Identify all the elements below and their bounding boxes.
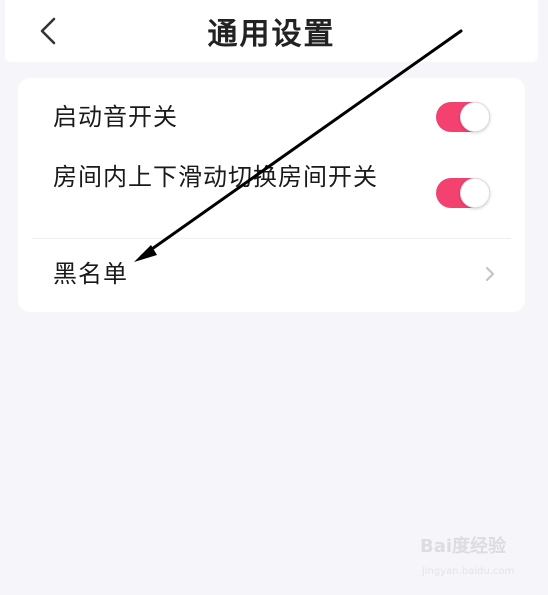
setting-label: 启动音开关 [53, 103, 178, 131]
setting-label: 房间内上下滑动切换房间开关 [53, 163, 378, 191]
watermark-logo: Bai度经验 [420, 536, 507, 557]
setting-swipe-switch-room: 房间内上下滑动切换房间开关 [18, 156, 525, 234]
toggle-knob [460, 102, 490, 132]
blacklist-item[interactable]: 黑名单 [32, 238, 511, 308]
toggle-knob [460, 178, 490, 208]
swipe-switch-room-toggle[interactable] [436, 178, 490, 208]
page-title: 通用设置 [207, 17, 336, 52]
setting-label: 黑名单 [53, 260, 128, 288]
settings-card: 启动音开关 房间内上下滑动切换房间开关 黑名单 [18, 78, 525, 312]
setting-startup-sound: 启动音开关 [18, 96, 525, 140]
startup-sound-toggle[interactable] [436, 102, 490, 132]
top-bar: 通用设置 [5, 0, 538, 62]
chevron-right-icon [485, 266, 495, 282]
watermark-url: jingyan.baidu.com [422, 566, 515, 577]
settings-page: 通用设置 启动音开关 房间内上下滑动切换房间开关 黑名单 Bai度经验 jing… [0, 0, 548, 595]
